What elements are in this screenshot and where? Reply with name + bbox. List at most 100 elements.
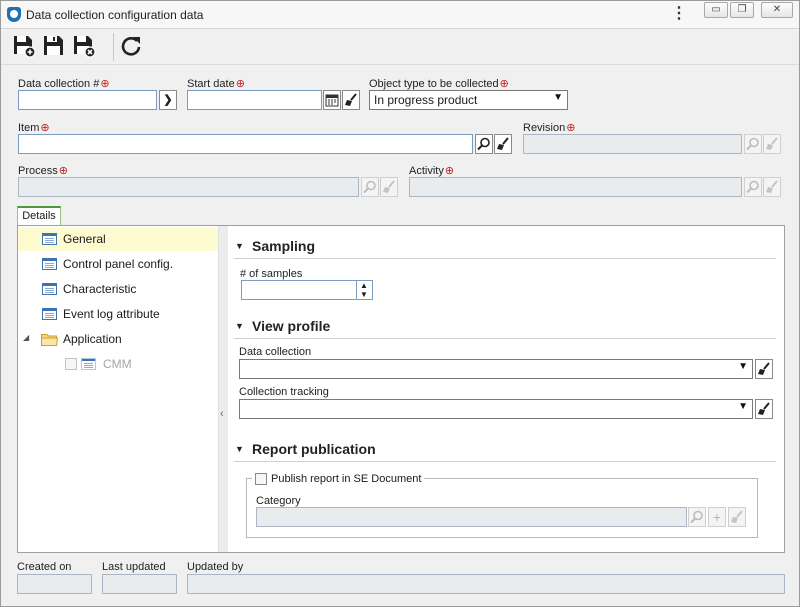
object-type-label-text: Object type to be collected xyxy=(369,78,499,90)
window-title: Data collection configuration data xyxy=(26,8,204,22)
restore-icon: ❐ xyxy=(737,4,747,15)
publish-report-label[interactable]: Publish report in SE Document xyxy=(271,473,421,485)
clear-revision-button xyxy=(763,134,781,154)
dropdown-arrow-icon: ▼ xyxy=(738,401,748,412)
cmm-checkbox xyxy=(65,358,77,370)
navigation-tree: General Control panel config. Characteri… xyxy=(18,226,218,552)
add-category-button: + xyxy=(708,507,726,527)
required-icon: ⊕ xyxy=(100,78,110,90)
section-divider xyxy=(234,258,776,259)
item-label-text: Item xyxy=(18,122,40,134)
tree-item-control-panel-config[interactable]: Control panel config. xyxy=(18,252,218,276)
form-icon xyxy=(42,233,57,245)
tree-item-characteristic[interactable]: Characteristic xyxy=(18,277,218,301)
restore-button[interactable]: ❐ xyxy=(730,2,754,18)
publish-report-checkbox[interactable] xyxy=(255,472,267,485)
samples-stepper[interactable]: ▲ ▼ xyxy=(356,280,373,300)
data-collection-number-label-text: Data collection # xyxy=(18,78,100,90)
save-close-icon xyxy=(74,36,96,58)
refresh-button[interactable] xyxy=(119,34,143,58)
revision-input xyxy=(523,134,742,154)
more-options-icon[interactable]: ⋮ xyxy=(671,5,687,23)
data-collection-select[interactable]: ▼ xyxy=(239,359,753,379)
revision-label-text: Revision xyxy=(523,122,566,134)
broom-icon xyxy=(766,180,778,193)
created-on-label: Created on xyxy=(17,561,72,573)
clear-start-date-button[interactable] xyxy=(342,90,360,110)
sampling-section-title[interactable]: Sampling xyxy=(252,238,315,254)
data-collection-number-input[interactable] xyxy=(18,90,157,110)
tree-item-application[interactable]: ◢ Application xyxy=(18,327,218,351)
save-button[interactable] xyxy=(42,34,66,58)
object-type-selected-value: In progress product xyxy=(374,93,478,107)
collapse-section-icon[interactable]: ▼ xyxy=(235,241,244,251)
samples-input[interactable] xyxy=(241,280,357,300)
search-icon xyxy=(477,137,490,151)
clear-process-button xyxy=(380,177,398,197)
start-date-label-text: Start date xyxy=(187,78,235,90)
broom-icon xyxy=(758,362,770,375)
stepper-down-icon[interactable]: ▼ xyxy=(360,290,368,299)
publish-report-legend[interactable]: Publish report in SE Document xyxy=(252,471,425,487)
updated-by-field xyxy=(187,574,785,594)
start-date-input[interactable] xyxy=(187,90,322,110)
minimize-button[interactable]: ▭ xyxy=(704,2,728,18)
form-icon xyxy=(42,283,57,295)
search-icon xyxy=(690,510,703,524)
process-input xyxy=(18,177,359,197)
clear-data-collection-button[interactable] xyxy=(755,359,773,379)
section-divider xyxy=(234,461,776,462)
toolbar xyxy=(1,29,799,65)
view-profile-section-title[interactable]: View profile xyxy=(252,318,330,334)
clear-collection-tracking-button[interactable] xyxy=(755,399,773,419)
data-collection-number-label: Data collection #⊕ xyxy=(18,77,110,90)
activity-input xyxy=(409,177,742,197)
activity-label-text: Activity xyxy=(409,165,444,177)
dialog-window: Data collection configuration data ⋮ ▭ ❐… xyxy=(0,0,800,607)
data-collection-label: Data collection xyxy=(239,346,312,358)
clear-category-button xyxy=(728,507,746,527)
search-icon xyxy=(363,180,376,194)
form-icon xyxy=(42,308,57,320)
tree-item-event-log-attribute[interactable]: Event log attribute xyxy=(18,302,218,326)
toolbar-separator xyxy=(113,33,114,61)
object-type-label: Object type to be collected⊕ xyxy=(369,77,509,90)
clear-item-button[interactable] xyxy=(494,134,512,154)
process-label: Process⊕ xyxy=(18,164,68,177)
report-publication-section-title[interactable]: Report publication xyxy=(252,441,376,457)
tree-item-general[interactable]: General xyxy=(18,227,218,251)
collapse-panel-icon[interactable]: ‹ xyxy=(220,408,224,420)
activity-label: Activity⊕ xyxy=(409,164,454,177)
section-divider xyxy=(234,338,776,339)
details-panel: General Control panel config. Characteri… xyxy=(17,225,785,553)
close-button[interactable]: ✕ xyxy=(761,2,793,18)
tab-details[interactable]: Details xyxy=(17,206,61,226)
minimize-icon: ▭ xyxy=(711,4,721,15)
category-label: Category xyxy=(256,495,301,507)
stepper-up-icon[interactable]: ▲ xyxy=(360,281,368,290)
save-new-button[interactable] xyxy=(12,34,36,58)
broom-icon xyxy=(383,180,395,193)
close-icon: ✕ xyxy=(772,4,782,15)
panel-splitter[interactable]: ‹ xyxy=(218,226,228,552)
form-icon xyxy=(81,358,96,370)
collapse-section-icon[interactable]: ▼ xyxy=(235,321,244,331)
required-icon: ⊕ xyxy=(566,122,576,134)
required-icon: ⊕ xyxy=(499,78,509,90)
object-type-select[interactable]: In progress product ▼ xyxy=(369,90,568,110)
samples-label: # of samples xyxy=(240,268,303,280)
expand-arrow-icon[interactable]: ◢ xyxy=(23,333,29,342)
broom-icon xyxy=(758,402,770,415)
required-icon: ⊕ xyxy=(58,165,68,177)
save-and-close-button[interactable] xyxy=(72,34,96,58)
collapse-section-icon[interactable]: ▼ xyxy=(235,444,244,454)
search-item-button[interactable] xyxy=(475,134,493,154)
next-number-button[interactable]: ❯ xyxy=(159,90,177,110)
collection-tracking-select[interactable]: ▼ xyxy=(239,399,753,419)
broom-icon xyxy=(345,93,357,106)
calendar-button[interactable] xyxy=(323,90,341,110)
plus-icon: + xyxy=(712,509,722,525)
item-input[interactable] xyxy=(18,134,473,154)
required-icon: ⊕ xyxy=(444,165,455,177)
tree-item-label: Control panel config. xyxy=(63,257,174,271)
